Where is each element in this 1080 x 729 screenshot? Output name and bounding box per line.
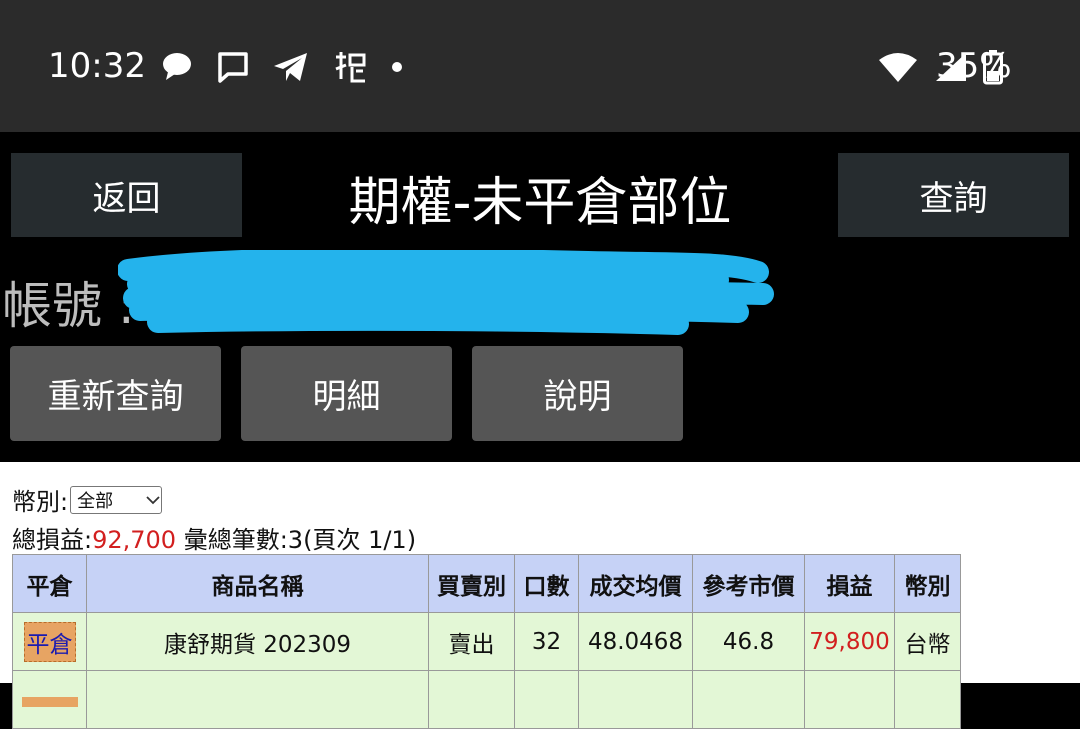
battery-percent: 35%: [936, 46, 1012, 86]
header-avg-price: 成交均價: [578, 554, 693, 613]
pnl-cell: 79,800: [804, 612, 895, 671]
message-icon: [216, 50, 250, 84]
side-cell: 賣出: [428, 612, 515, 671]
currency-filter: 幣別: 全部: [12, 482, 163, 517]
header-product: 商品名稱: [86, 554, 429, 613]
positions-table: 平倉 商品名稱 買賣別 口數 成交均價 參考市價 損益 幣別 平倉 康舒期貨 2…: [12, 554, 961, 729]
header-side: 買賣別: [428, 554, 515, 613]
total-pnl-value: 92,700: [92, 526, 177, 554]
ref-price-cell: 46.8: [692, 612, 805, 671]
content-area: 幣別: 全部 總損益:92,700 彙總筆數:3(頁次 1/1) 平倉 商品名稱…: [0, 462, 1080, 729]
detail-button[interactable]: 明細: [241, 346, 452, 441]
total-pnl-label: 總損益:: [12, 526, 93, 554]
summary-line: 總損益:92,700 彙總筆數:3(頁次 1/1): [12, 520, 416, 555]
product-cell: 康舒期貨 202309: [86, 612, 429, 671]
status-time: 10:32: [48, 46, 146, 86]
header-close: 平倉: [12, 554, 87, 613]
dot-icon: [390, 60, 404, 74]
currency-select[interactable]: 全部: [70, 485, 163, 514]
currency-label: 幣別:: [12, 488, 69, 516]
app-icon: [332, 49, 368, 85]
avg-price-cell: 48.0468: [578, 612, 693, 671]
table-row-partial: [12, 670, 961, 729]
table-header-row: 平倉 商品名稱 買賣別 口數 成交均價 參考市價 損益 幣別: [12, 554, 961, 613]
status-bar: 10:32 35%: [0, 0, 1080, 132]
chat-bubble-icon: [160, 50, 194, 84]
header-ref-price: 參考市價: [692, 554, 805, 613]
query-button[interactable]: 查詢: [838, 153, 1069, 237]
account-label: 帳號 :: [2, 277, 135, 335]
wifi-icon: [878, 52, 918, 82]
app-header: 返回 期權-未平倉部位 查詢 帳號 : 重新查詢 明細 說明: [0, 132, 1080, 462]
telegram-icon: [272, 50, 310, 84]
currency-cell: 台幣: [894, 612, 961, 671]
back-button[interactable]: 返回: [11, 153, 242, 237]
header-qty: 口數: [514, 554, 579, 613]
table-row: 平倉 康舒期貨 202309 賣出 32 48.0468 46.8 79,800…: [12, 612, 961, 671]
chevron-down-icon: [145, 489, 161, 510]
close-cell: 平倉: [12, 612, 87, 671]
qty-cell: 32: [514, 612, 579, 671]
currency-select-value: 全部: [77, 490, 114, 512]
close-position-button-partial[interactable]: [21, 696, 78, 707]
page-title: 期權-未平倉部位: [348, 173, 732, 233]
header-pnl: 損益: [804, 554, 895, 613]
requery-button[interactable]: 重新查詢: [10, 346, 221, 441]
close-cell-partial: [12, 670, 87, 729]
header-currency: 幣別: [894, 554, 961, 613]
redaction-scribble: [117, 247, 778, 340]
record-count: 彙總筆數:3(頁次 1/1): [183, 526, 417, 554]
notification-icons: [160, 46, 404, 88]
explain-button[interactable]: 說明: [472, 346, 683, 441]
close-position-button[interactable]: 平倉: [23, 621, 76, 662]
